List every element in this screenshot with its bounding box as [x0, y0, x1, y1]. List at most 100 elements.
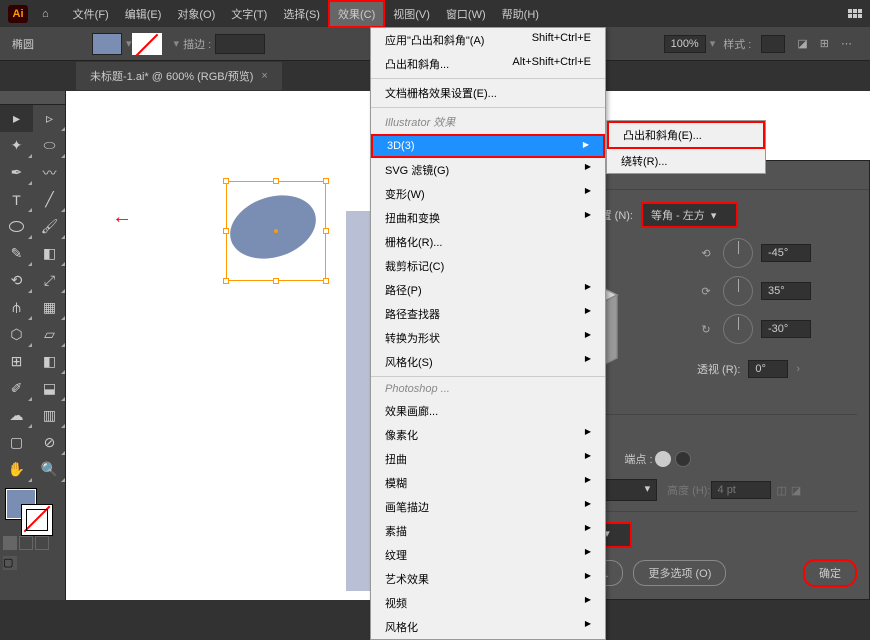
rotate-tool[interactable]: ⟲ [0, 267, 33, 294]
roty-value[interactable]: 35° [761, 282, 811, 300]
ok-button[interactable]: 确定 [803, 559, 857, 587]
menu-view[interactable]: 视图(V) [385, 2, 438, 26]
direct-selection-tool[interactable]: ▹ [33, 105, 66, 132]
document-tab[interactable]: 未标题-1.ai* @ 600% (RGB/预览) × [76, 62, 282, 90]
stroke-width-input[interactable] [215, 34, 265, 54]
menu-file[interactable]: 文件(F) [65, 2, 117, 26]
bevel-out-icon[interactable]: ◪ [791, 484, 801, 497]
menu-rasterize[interactable]: 栅格化(R)... [371, 230, 605, 254]
menu-object[interactable]: 对象(O) [169, 2, 223, 26]
menu-raster-settings[interactable]: 文档栅格效果设置(E)... [371, 81, 605, 105]
bevel-in-icon[interactable]: ◫ [777, 484, 787, 497]
menu-path[interactable]: 路径(P) [371, 278, 605, 302]
handle-sw[interactable] [223, 278, 229, 284]
slice-tool[interactable]: ⊘ [33, 429, 66, 456]
mode-behind[interactable] [19, 536, 33, 550]
shaper-tool[interactable]: ✎ [0, 240, 33, 267]
menu-sketch[interactable]: 素描 [371, 519, 605, 543]
menu-blur[interactable]: 模糊 [371, 471, 605, 495]
align-icon[interactable]: ⊞ [820, 37, 829, 50]
cap-on-button[interactable] [655, 451, 671, 467]
handle-se[interactable] [323, 278, 329, 284]
more-options-button[interactable]: 更多选项 (O) [633, 560, 726, 586]
menu-artistic[interactable]: 艺术效果 [371, 567, 605, 591]
home-icon[interactable]: ⌂ [42, 8, 49, 20]
mesh-tool[interactable]: ⊞ [0, 348, 33, 375]
free-transform-tool[interactable]: ▦ [33, 294, 66, 321]
shape-builder-tool[interactable]: ⬡ [0, 321, 33, 348]
symbol-tool[interactable]: ☁ [0, 402, 33, 429]
menu-brush-strokes[interactable]: 画笔描边 [371, 495, 605, 519]
perspective-tool[interactable]: ▱ [33, 321, 66, 348]
perspective-value[interactable]: 0° [748, 360, 788, 378]
graph-tool[interactable]: ▥ [33, 402, 66, 429]
zoom-select[interactable]: 100% [664, 35, 706, 53]
magic-wand-tool[interactable]: ✦ [0, 132, 33, 159]
menu-select[interactable]: 选择(S) [275, 2, 328, 26]
handle-n[interactable] [273, 178, 279, 184]
menu-cropmarks[interactable]: 裁剪标记(C) [371, 254, 605, 278]
menu-effect[interactable]: 效果(C) [328, 0, 385, 28]
menu-edit[interactable]: 编辑(E) [117, 2, 170, 26]
menu-svg-filters[interactable]: SVG 滤镜(G) [371, 158, 605, 182]
ellipse-tool[interactable] [0, 213, 33, 240]
menu-pathfinder[interactable]: 路径查找器 [371, 302, 605, 326]
menu-3d[interactable]: 3D(3) [371, 134, 605, 158]
arrange-icon[interactable] [848, 9, 862, 18]
menu-convert-shape[interactable]: 转换为形状 [371, 326, 605, 350]
handle-nw[interactable] [223, 178, 229, 184]
eyedropper-tool[interactable]: ✐ [0, 375, 33, 402]
lasso-tool[interactable]: ⬭ [33, 132, 66, 159]
selected-ellipse[interactable] [226, 181, 326, 281]
menu-help[interactable]: 帮助(H) [494, 2, 547, 26]
handle-ne[interactable] [323, 178, 329, 184]
roty-dial[interactable] [723, 276, 753, 306]
screen-modes[interactable]: ▢ [0, 553, 65, 573]
menu-distort2[interactable]: 扭曲 [371, 447, 605, 471]
menu-type[interactable]: 文字(T) [223, 2, 275, 26]
selection-tool[interactable]: ▸ [0, 105, 33, 132]
line-tool[interactable]: ╱ [33, 186, 66, 213]
curvature-tool[interactable]: 〰 [33, 159, 66, 186]
eraser-tool[interactable]: ◧ [33, 240, 66, 267]
handle-s[interactable] [273, 278, 279, 284]
type-tool[interactable]: T [0, 186, 33, 213]
stroke-color[interactable] [22, 505, 52, 535]
fill-swatch[interactable] [92, 33, 122, 55]
gradient-tool[interactable]: ◧ [33, 348, 66, 375]
rotz-value[interactable]: -30° [761, 320, 811, 338]
rotx-dial[interactable] [723, 238, 753, 268]
transform-icon[interactable]: ⋯ [841, 37, 852, 50]
width-tool[interactable]: ⫛ [0, 294, 33, 321]
mode-inside[interactable] [35, 536, 49, 550]
cap-off-button[interactable] [675, 451, 691, 467]
screen-mode[interactable]: ▢ [3, 556, 17, 570]
hand-tool[interactable]: ✋ [0, 456, 33, 483]
menu-pixelate[interactable]: 像素化 [371, 423, 605, 447]
pen-tool[interactable]: ✒ [0, 159, 33, 186]
handle-e[interactable] [323, 228, 329, 234]
scale-tool[interactable]: ⤢ [33, 267, 66, 294]
close-icon[interactable]: × [261, 70, 267, 82]
menu-apply-last[interactable]: 应用"凸出和斜角"(A)Shift+Ctrl+E [371, 28, 605, 52]
draw-modes[interactable] [0, 533, 65, 553]
menu-warp[interactable]: 变形(W) [371, 182, 605, 206]
position-select[interactable]: 等角 - 左方 ▾ [641, 202, 738, 228]
submenu-revolve[interactable]: 绕转(R)... [607, 149, 765, 173]
menu-effect-gallery[interactable]: 效果画廊... [371, 399, 605, 423]
menu-window[interactable]: 窗口(W) [438, 2, 494, 26]
rotz-dial[interactable] [723, 314, 753, 344]
menu-distort[interactable]: 扭曲和变换 [371, 206, 605, 230]
menu-stylize[interactable]: 风格化(S) [371, 350, 605, 374]
zoom-tool[interactable]: 🔍 [33, 456, 66, 483]
color-controls[interactable] [0, 483, 65, 533]
menu-texture[interactable]: 纹理 [371, 543, 605, 567]
menu-stylize2[interactable]: 风格化 [371, 615, 605, 639]
doc-setup-icon[interactable]: ◪ [797, 37, 807, 50]
menu-video[interactable]: 视频 [371, 591, 605, 615]
menu-last-effect[interactable]: 凸出和斜角...Alt+Shift+Ctrl+E [371, 52, 605, 76]
handle-w[interactable] [223, 228, 229, 234]
submenu-extrude-bevel[interactable]: 凸出和斜角(E)... [607, 121, 765, 149]
stroke-swatch[interactable] [132, 33, 162, 55]
rotx-value[interactable]: -45° [761, 244, 811, 262]
